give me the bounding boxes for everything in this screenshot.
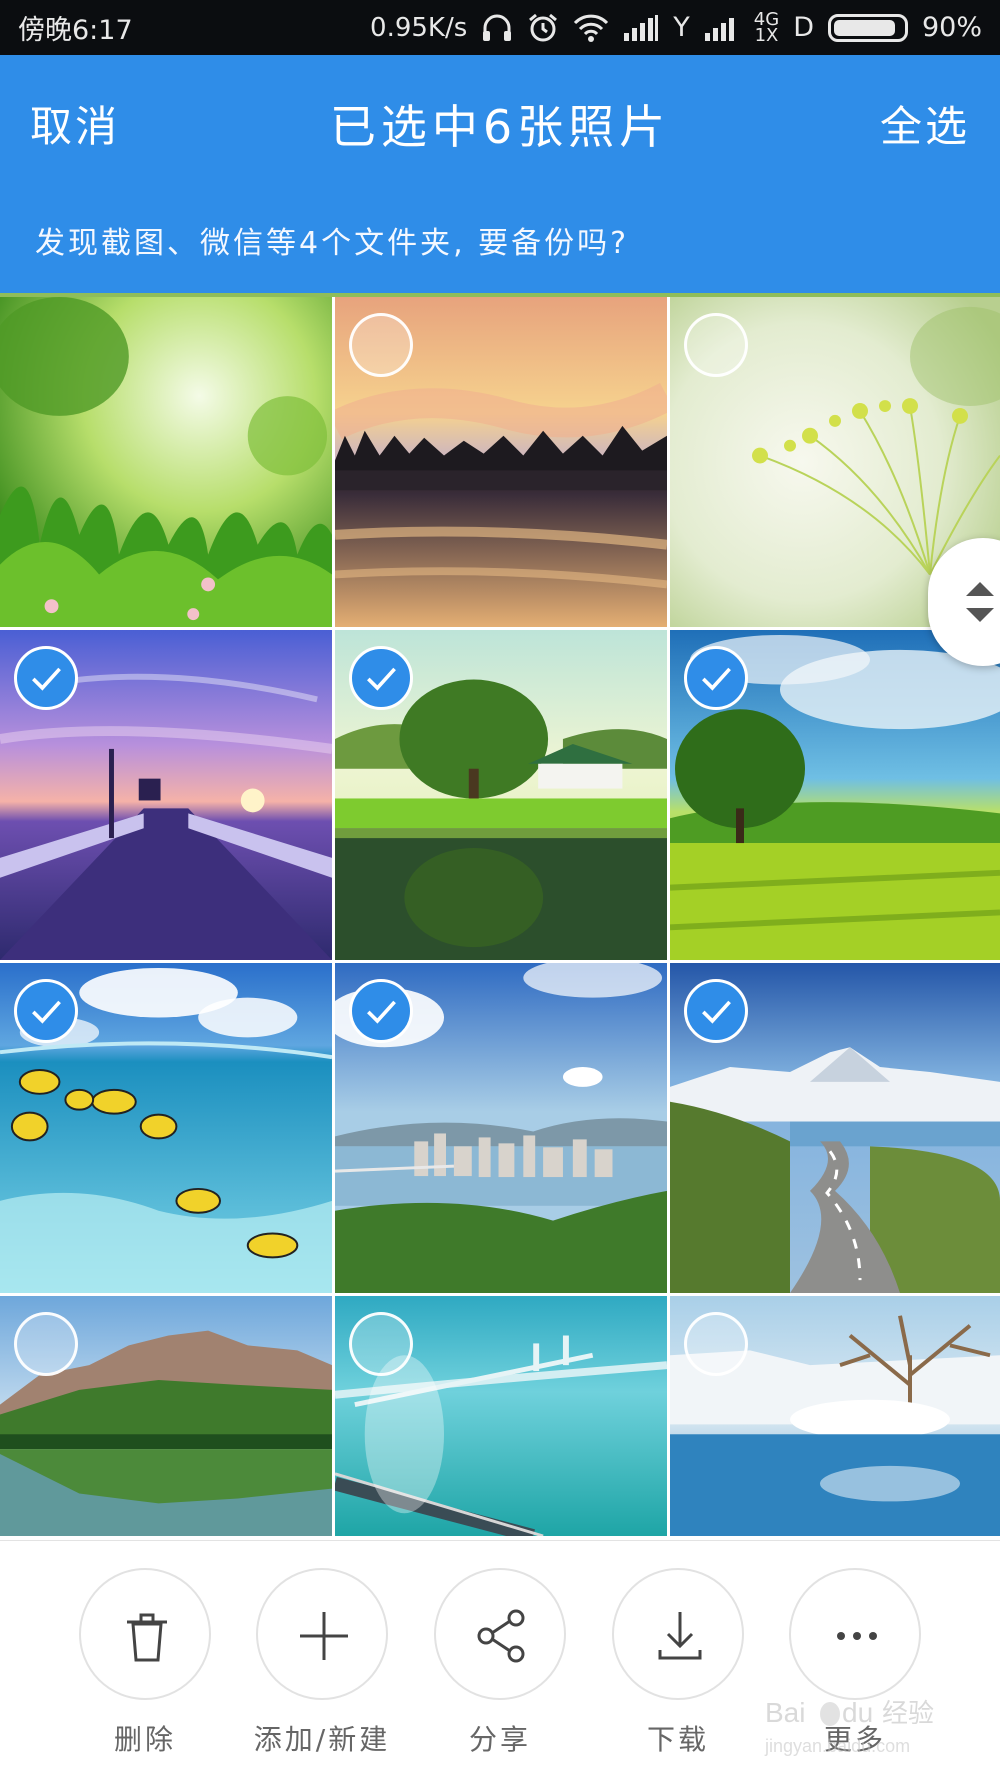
- selection-header: 取消 已选中6张照片 全选 发现截图、微信等4个文件夹, 要备份吗?: [0, 55, 1000, 295]
- status-time: 傍晚6:17: [18, 15, 133, 46]
- alarm-icon: [527, 13, 559, 43]
- photo-checkbox[interactable]: [349, 313, 413, 377]
- add-new-label: 添加/新建: [253, 1723, 391, 1756]
- status-bar: 傍晚6:17 0.95K/s Y 4G 1X D 90%: [0, 0, 1000, 55]
- select-all-button[interactable]: 全选: [880, 93, 970, 154]
- wifi-icon: [573, 14, 609, 42]
- delete-button[interactable]: 删除: [55, 1568, 235, 1768]
- signal-icon: [623, 14, 659, 41]
- photo-checkbox[interactable]: [14, 1312, 78, 1376]
- network-type-bottom: 1X: [754, 24, 779, 46]
- photo-checkbox[interactable]: [684, 1312, 748, 1376]
- share-button[interactable]: 分享: [410, 1568, 590, 1768]
- photo-tile[interactable]: [670, 630, 1000, 963]
- photo-checkbox-checked[interactable]: [684, 646, 748, 710]
- carrier-y: Y: [673, 12, 690, 43]
- page-title: 已选中6张照片: [329, 100, 671, 154]
- network-type: 4G 1X: [754, 10, 779, 46]
- photo-tile[interactable]: [0, 630, 335, 963]
- photo-tile[interactable]: [335, 630, 670, 963]
- bottom-toolbar: 删除 添加/新建 分享 下载 更多: [0, 1540, 1000, 1779]
- add-new-button-circle: [256, 1568, 388, 1700]
- photo-tile[interactable]: [335, 1296, 670, 1539]
- download-button[interactable]: 下载: [588, 1568, 768, 1768]
- photo-checkbox-checked[interactable]: [14, 646, 78, 710]
- share-icon: [477, 1609, 525, 1663]
- share-button-circle: [434, 1568, 566, 1700]
- photo-tile[interactable]: [0, 297, 335, 630]
- download-icon: [658, 1612, 702, 1660]
- nav-row: 取消 已选中6张照片 全选: [0, 55, 1000, 185]
- photo-tile[interactable]: [335, 297, 670, 630]
- delete-label: 删除: [113, 1723, 176, 1756]
- photo-tile[interactable]: [0, 963, 335, 1296]
- more-label: 更多: [823, 1723, 886, 1756]
- photo-checkbox[interactable]: [684, 313, 748, 377]
- photo-grid: [0, 297, 1000, 1539]
- battery-percent: 90%: [921, 12, 982, 43]
- more-dots-icon: [837, 1632, 877, 1640]
- more-button-circle: [789, 1568, 921, 1700]
- delete-button-circle: [79, 1568, 211, 1700]
- photo-checkbox-checked[interactable]: [349, 646, 413, 710]
- plus-icon: [300, 1612, 348, 1660]
- photo-tile[interactable]: [335, 963, 670, 1296]
- network-speed: 0.95K/s: [370, 12, 468, 43]
- sim2-indicator: D: [793, 12, 814, 43]
- more-button[interactable]: 更多: [765, 1568, 945, 1768]
- photo-checkbox-checked[interactable]: [14, 979, 78, 1043]
- photo-tile[interactable]: [0, 1296, 335, 1539]
- headphones-icon: [481, 13, 513, 43]
- download-button-circle: [612, 1568, 744, 1700]
- download-label: 下载: [646, 1723, 709, 1756]
- battery-icon: [827, 13, 908, 42]
- trash-icon: [127, 1613, 167, 1662]
- status-indicators: 0.95K/s Y 4G 1X D 90%: [370, 10, 982, 46]
- share-label: 分享: [468, 1723, 531, 1756]
- signal-icon-2: [704, 15, 740, 41]
- scroll-arrows-icon: [966, 582, 994, 622]
- photo-checkbox[interactable]: [349, 1312, 413, 1376]
- backup-suggestion-link[interactable]: 发现截图、微信等4个文件夹, 要备份吗?: [35, 218, 629, 262]
- add-new-button[interactable]: 添加/新建: [232, 1568, 412, 1768]
- photo-tile[interactable]: [670, 963, 1000, 1296]
- photo-checkbox-checked[interactable]: [349, 979, 413, 1043]
- photo-tile[interactable]: [670, 1296, 1000, 1539]
- photo-thumbnail: [0, 297, 332, 627]
- photo-checkbox-checked[interactable]: [684, 979, 748, 1043]
